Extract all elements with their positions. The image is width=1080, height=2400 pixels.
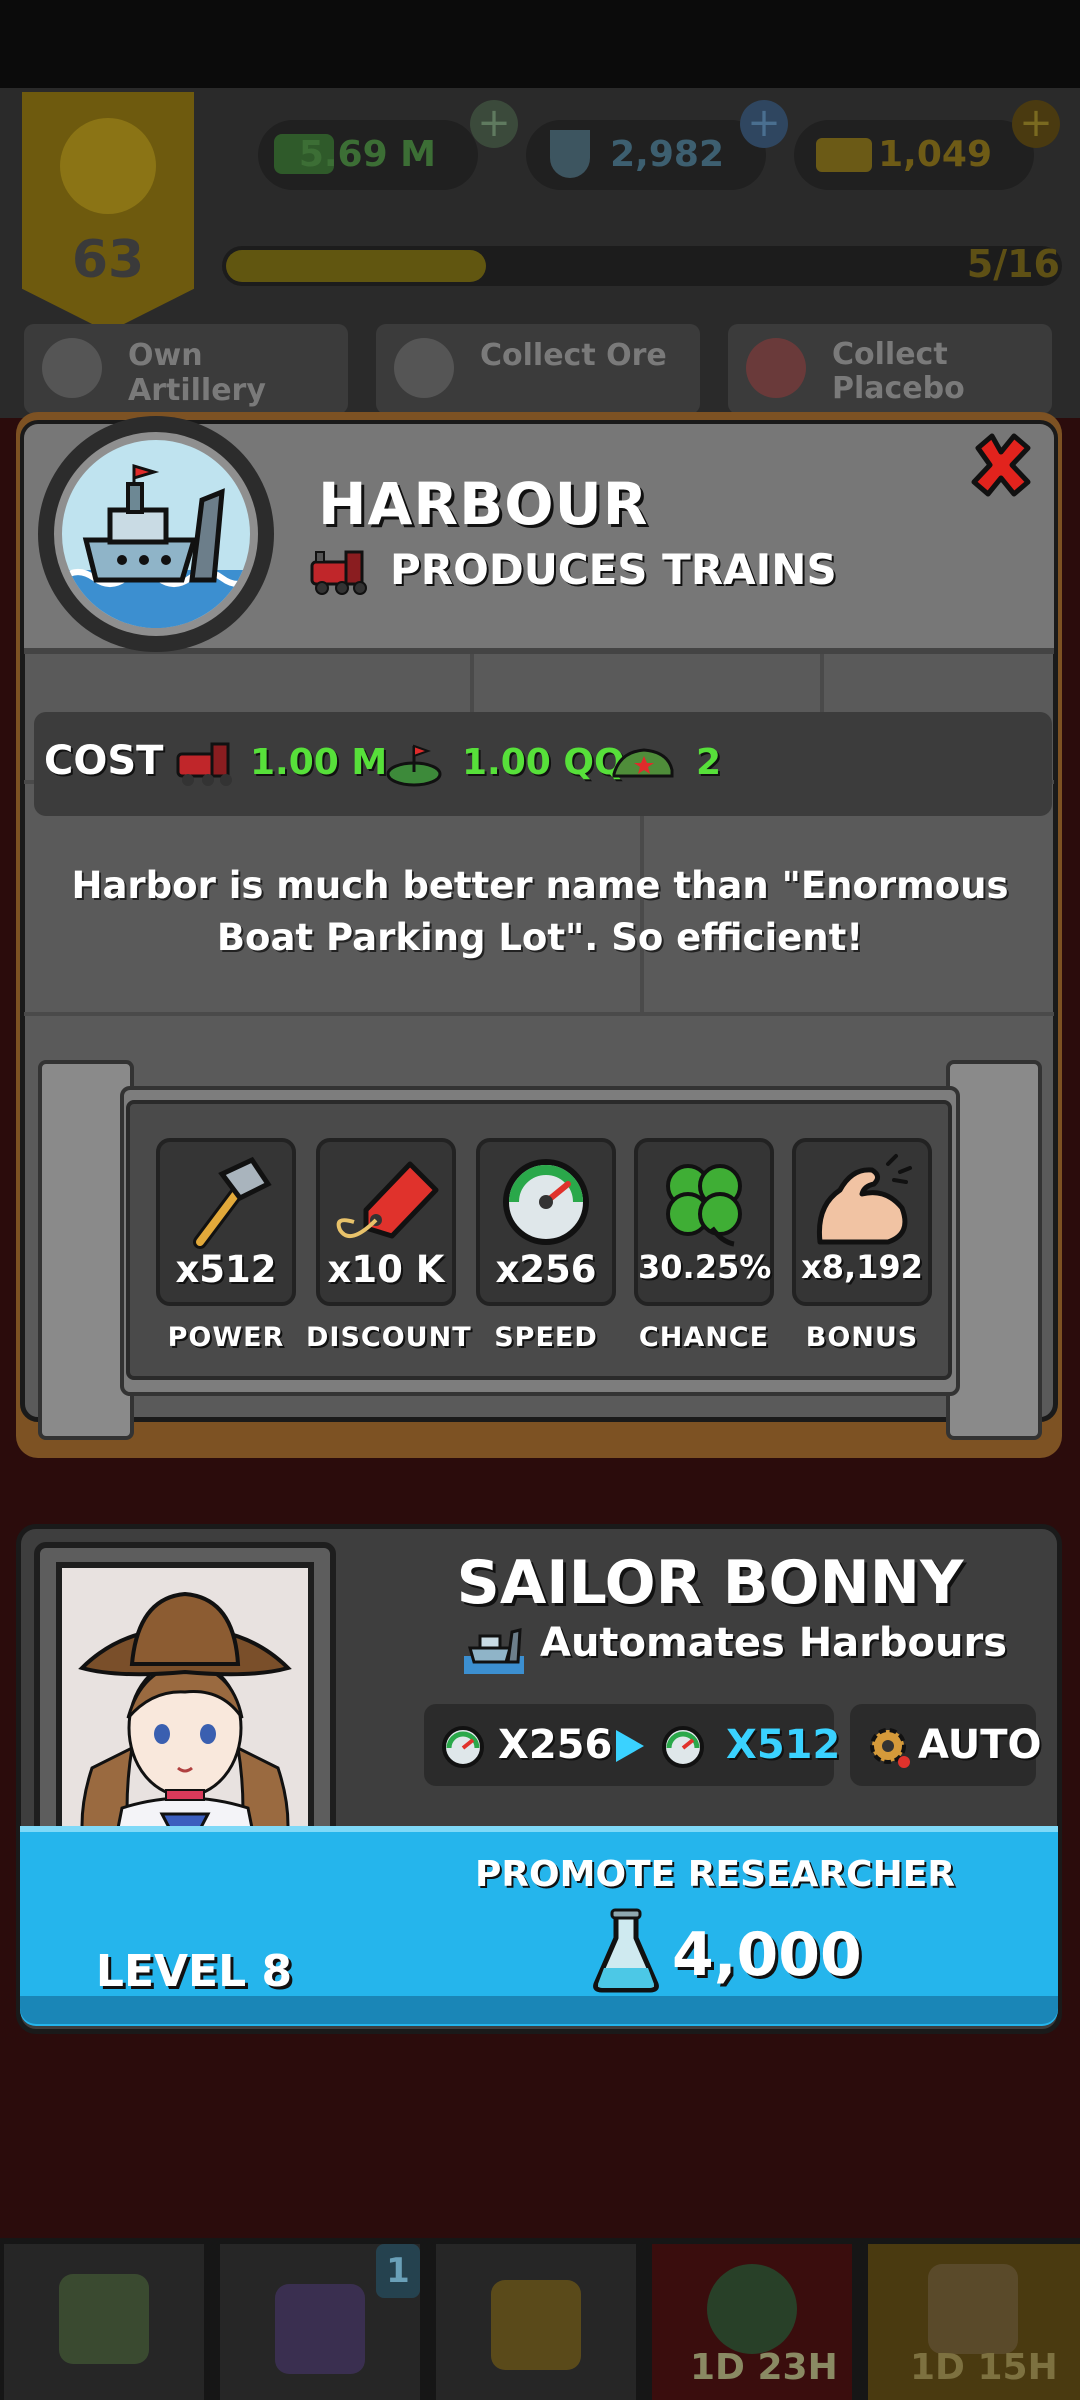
- cash-value: 5.69 M: [298, 134, 436, 175]
- event-timer: 1D 23H: [690, 2347, 838, 2388]
- tab-missions[interactable]: [4, 2244, 204, 2400]
- add-cash-button[interactable]: +: [470, 100, 518, 148]
- price-tag-icon: [336, 1161, 439, 1239]
- stat-power: x512: [156, 1138, 296, 1306]
- plate-seam: [24, 1012, 1054, 1016]
- promote-cost: 4,000: [672, 1920, 862, 1990]
- researcher-name: SAILOR BONNY: [456, 1548, 964, 1618]
- wreath-icon: [707, 2264, 797, 2354]
- tab-cards[interactable]: 1: [220, 2244, 420, 2400]
- stat-discount: x10 K: [316, 1138, 456, 1306]
- level-progress-text: 5/16: [966, 242, 1060, 286]
- cards-icon: [275, 2284, 365, 2374]
- promote-label: PROMOTE RESEARCHER: [474, 1854, 956, 1895]
- stat-chance: 30.25%: [634, 1138, 774, 1306]
- frame-post-right: [946, 1060, 1042, 1440]
- cash-counter[interactable]: 5.69 M: [258, 120, 478, 190]
- harbour-icon: [54, 432, 258, 636]
- stat-value: x8,192: [801, 1248, 923, 1286]
- folder-icon: [491, 2280, 581, 2370]
- chest-icon: [928, 2264, 1018, 2354]
- speedometer-icon: [440, 1724, 486, 1770]
- level-progress-fill: [226, 250, 486, 282]
- tab-events[interactable]: [436, 2244, 636, 2400]
- gold-bars-icon: [816, 138, 872, 172]
- player-level: 63: [71, 230, 145, 290]
- chest-timer: 1D 15H: [910, 2347, 1058, 2388]
- close-button[interactable]: [966, 430, 1036, 500]
- building-description: Harbor is much better name than "Enormou…: [71, 864, 1009, 959]
- flag-icon: [59, 2274, 149, 2364]
- stat-speed: x256: [476, 1138, 616, 1306]
- stat-bonus: x8,192: [792, 1138, 932, 1306]
- stat-value: 30.25%: [638, 1248, 772, 1286]
- clover-icon: [666, 1164, 742, 1247]
- researcher-level: LEVEL 8: [95, 1946, 293, 1997]
- gold-value: 1,049: [878, 134, 992, 175]
- stat-label: POWER: [167, 1322, 285, 1353]
- stat-value: x10 K: [327, 1248, 445, 1291]
- tab-holiday-event[interactable]: 1D 23H: [652, 2244, 852, 2400]
- land-icon: [384, 740, 444, 788]
- stat-value: x256: [495, 1248, 597, 1291]
- harbour-icon: [464, 1618, 524, 1674]
- stat-label: CHANCE: [638, 1322, 770, 1353]
- pill-icon: [746, 338, 806, 398]
- wings-icon: [60, 118, 156, 214]
- stat-label: SPEED: [494, 1322, 598, 1353]
- flask-value: 2,982: [610, 134, 724, 175]
- gear-icon: [864, 1722, 914, 1772]
- auto-label: AUTO: [918, 1722, 1042, 1768]
- army-cap-icon: [610, 744, 676, 784]
- notification-badge: 1: [376, 2244, 420, 2298]
- arrow-right-icon: [612, 1726, 648, 1766]
- add-flask-button[interactable]: +: [740, 100, 788, 148]
- building-title: HARBOUR: [318, 470, 649, 538]
- artillery-icon: [42, 338, 102, 398]
- ore-icon: [394, 338, 454, 398]
- building-subtitle: PRODUCES TRAINS: [390, 545, 837, 594]
- promote-button-shade: [20, 1996, 1058, 2024]
- cost-caps: 2: [696, 742, 722, 783]
- speedometer-icon: [660, 1724, 706, 1770]
- speed-next: X512: [726, 1722, 841, 1768]
- close-icon: [971, 433, 1031, 497]
- cost-trains: 1.00 M: [250, 742, 388, 783]
- add-gold-button[interactable]: +: [1012, 100, 1060, 148]
- cost-label: COST: [44, 738, 164, 784]
- flask-counter[interactable]: 2,982: [526, 120, 766, 190]
- tab-chest[interactable]: 1D 15H: [868, 2244, 1080, 2400]
- quest-label: Own Artillery: [128, 338, 266, 408]
- speedometer-icon: [503, 1159, 589, 1245]
- stat-label: BONUS: [805, 1322, 919, 1353]
- quest-label: Collect Placebo: [832, 337, 965, 406]
- stat-label: DISCOUNT: [306, 1322, 472, 1353]
- stat-value: x512: [175, 1248, 277, 1291]
- flask-icon: [592, 1908, 660, 1994]
- cost-land: 1.00 QQ: [462, 742, 625, 783]
- speed-current: X256: [498, 1722, 613, 1768]
- quest-label: Collect Ore: [480, 338, 667, 373]
- quest-collect-ore[interactable]: Collect Ore: [376, 324, 700, 414]
- quest-collect-placebo[interactable]: Collect Placebo: [728, 324, 1052, 414]
- hammer-icon: [193, 1156, 272, 1249]
- gold-counter[interactable]: 1,049: [794, 120, 1034, 190]
- train-icon: [172, 740, 238, 788]
- quest-own-artillery[interactable]: Own Artillery: [24, 324, 348, 414]
- flask-icon: [550, 130, 590, 178]
- train-icon: [306, 548, 372, 596]
- bicep-icon: [816, 1154, 912, 1245]
- researcher-role: Automates Harbours: [540, 1620, 1008, 1666]
